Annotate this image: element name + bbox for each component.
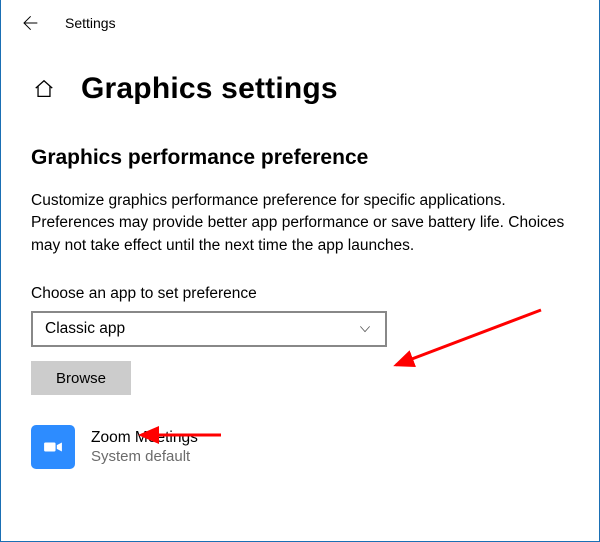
settings-window: Settings Graphics settings Graphics perf… [0,0,600,542]
browse-button[interactable]: Browse [31,361,131,395]
chevron-down-icon [357,321,373,337]
heading-row: Graphics settings [1,46,599,106]
topbar: Settings [1,0,599,46]
content-area: Graphics performance preference Customiz… [1,106,599,469]
app-list: Zoom Meetings System default [31,425,593,469]
page-title: Graphics settings [81,72,338,106]
section-description: Customize graphics performance preferenc… [31,190,591,257]
app-name: Zoom Meetings [91,428,198,447]
app-list-item[interactable]: Zoom Meetings System default [31,425,593,469]
zoom-icon [31,425,75,469]
section-title: Graphics performance preference [31,146,593,170]
app-status: System default [91,448,198,467]
browse-button-label: Browse [56,370,106,387]
app-text: Zoom Meetings System default [91,428,198,466]
topbar-title: Settings [65,15,116,31]
choose-app-label: Choose an app to set preference [31,285,593,303]
home-icon[interactable] [31,76,57,102]
back-icon[interactable] [19,13,39,33]
app-type-dropdown[interactable]: Classic app [31,311,387,347]
dropdown-selected-value: Classic app [45,320,125,338]
